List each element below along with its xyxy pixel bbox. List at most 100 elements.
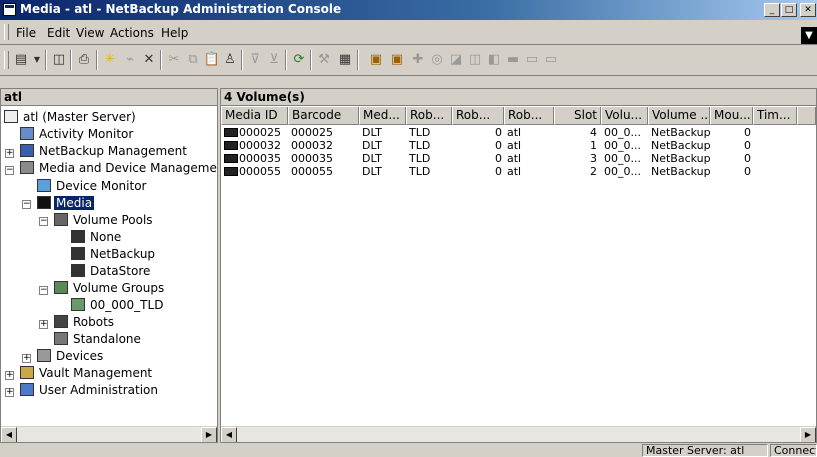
- cell-slot: 4: [590, 126, 597, 139]
- menu-edit[interactable]: Edit: [47, 26, 70, 40]
- tape-volume-icon: [224, 141, 238, 150]
- pool-icon: [71, 247, 85, 260]
- scroll-left-arrow-icon[interactable]: ◀: [1, 427, 17, 442]
- label-icon[interactable]: ◎: [428, 51, 446, 69]
- cut-icon[interactable]: ✂: [165, 51, 183, 69]
- column-header-barcode[interactable]: Barcode: [288, 107, 359, 125]
- tree-node-volume-pools[interactable]: Volume Pools: [54, 212, 155, 229]
- table-row[interactable]: 000055 000055 DLT TLD 0 atl 2 00_0... NetBackup 0: [221, 165, 816, 178]
- print-icon[interactable]: ⎙: [75, 51, 93, 69]
- show-tree-icon[interactable]: ◫: [50, 51, 68, 69]
- details-horizontal-scrollbar[interactable]: ◀ ▶: [221, 426, 816, 442]
- drive-up-icon[interactable]: ▭: [523, 51, 541, 69]
- paste-icon[interactable]: 📋: [203, 51, 221, 69]
- cell-media-id: 000035: [239, 152, 281, 165]
- erase-icon[interactable]: ◪: [447, 51, 465, 69]
- tree-node-activity-monitor[interactable]: Activity Monitor: [20, 126, 135, 143]
- server-select-icon[interactable]: ▦: [336, 51, 354, 69]
- cell-slot: 1: [590, 139, 597, 152]
- tree-node-netbackup-management[interactable]: NetBackup Management: [20, 143, 189, 160]
- column-header-slot[interactable]: Slot: [554, 107, 601, 125]
- column-header-robot-host[interactable]: Rob...: [504, 107, 554, 125]
- tree-node-pool-none[interactable]: None: [71, 229, 123, 246]
- tree-node-standalone[interactable]: Standalone: [54, 331, 143, 348]
- move-icon[interactable]: ✚: [409, 51, 427, 69]
- tree-node-master-server[interactable]: atl (Master Server): [4, 109, 138, 126]
- find-icon[interactable]: ♙: [221, 51, 239, 69]
- refresh-icon[interactable]: ⟳: [290, 51, 308, 69]
- menu-file[interactable]: File: [16, 26, 36, 40]
- minimize-button[interactable]: _: [764, 3, 780, 17]
- table-row[interactable]: 000032 000032 DLT TLD 0 atl 1 00_0... NetBackup 0: [221, 139, 816, 152]
- freeze-icon[interactable]: ◧: [485, 51, 503, 69]
- dropdown-arrow-icon[interactable]: ▼: [28, 51, 46, 69]
- cell-robot-type: TLD: [409, 152, 431, 165]
- tree-node-vault-management[interactable]: Vault Management: [20, 365, 154, 382]
- cell-volume-group: 00_0...: [604, 165, 641, 178]
- collapse-media-device-management[interactable]: −: [5, 166, 14, 175]
- tree-node-device-monitor[interactable]: Device Monitor: [37, 178, 148, 195]
- collapse-volume-groups[interactable]: −: [39, 286, 48, 295]
- menu-help[interactable]: Help: [161, 26, 188, 40]
- expand-robots[interactable]: +: [39, 320, 48, 329]
- cell-media-type: DLT: [362, 139, 382, 152]
- drive-icon[interactable]: ▬: [504, 51, 522, 69]
- clear-filter-icon[interactable]: ⊻: [265, 51, 283, 69]
- tree-node-media[interactable]: Media: [37, 195, 95, 212]
- eject-icon[interactable]: ▣: [388, 51, 406, 69]
- close-button[interactable]: ✕: [800, 3, 816, 17]
- inventory-robot-icon[interactable]: ▣: [367, 51, 385, 69]
- tree-node-pool-netbackup[interactable]: NetBackup: [71, 246, 157, 263]
- table-row[interactable]: 000035 000035 DLT TLD 0 atl 3 00_0... NetBackup 0: [221, 152, 816, 165]
- filter-toolbar-icon[interactable]: ⊽: [246, 51, 264, 69]
- tree-node-volume-groups[interactable]: Volume Groups: [54, 280, 166, 297]
- new-icon[interactable]: ✳: [101, 51, 119, 69]
- tree-node-user-administration[interactable]: User Administration: [20, 382, 160, 399]
- filter-icon[interactable]: ▼: [801, 27, 817, 44]
- expand-user-administration[interactable]: +: [5, 388, 14, 397]
- cell-robot-type: TLD: [409, 165, 431, 178]
- cell-barcode: 000025: [291, 126, 333, 139]
- column-header-robot-number[interactable]: Rob...: [452, 107, 504, 125]
- scroll-left-arrow-icon[interactable]: ◀: [221, 427, 237, 442]
- toolbar: ▤ ▼ ◫ ⎙ ✳ ⌁ ✕ ✂ ⧉ 📋 ♙ ⊽ ⊻ ⟳ ⚒ ▦ ▣ ▣ ✚ ◎ …: [0, 45, 817, 76]
- tree-node-pool-datastore[interactable]: DataStore: [71, 263, 152, 280]
- column-header-media-id[interactable]: Media ID: [221, 107, 288, 125]
- connect-icon[interactable]: ⚒: [315, 51, 333, 69]
- maximize-button[interactable]: □: [781, 3, 797, 17]
- tree-node-robots[interactable]: Robots: [54, 314, 116, 331]
- expand-devices[interactable]: +: [22, 354, 31, 363]
- rescan-icon[interactable]: ◫: [466, 51, 484, 69]
- tree-node-devices[interactable]: Devices: [37, 348, 105, 365]
- cell-robot-host: atl: [507, 165, 522, 178]
- toolbar-separator: [357, 50, 359, 70]
- column-header-volume-pool[interactable]: Volume ...: [648, 107, 710, 125]
- table-row[interactable]: 000025 000025 DLT TLD 0 atl 4 00_0... NetBackup 0: [221, 126, 816, 139]
- tree-horizontal-scrollbar[interactable]: ◀ ▶: [1, 426, 217, 442]
- column-header-mounts[interactable]: Mou...: [710, 107, 753, 125]
- menu-view[interactable]: View: [76, 26, 104, 40]
- drive-down-icon[interactable]: ▭: [542, 51, 560, 69]
- column-header-time-assigned[interactable]: Tim...: [753, 107, 797, 125]
- copy-icon[interactable]: ⧉: [184, 51, 202, 69]
- status-bar: Master Server: atl Connected: [0, 443, 817, 457]
- cell-robot-type: TLD: [409, 126, 431, 139]
- scroll-right-arrow-icon[interactable]: ▶: [800, 427, 816, 442]
- toolbar-separator: [241, 50, 243, 70]
- expand-netbackup-management[interactable]: +: [5, 149, 14, 158]
- app-icon[interactable]: [3, 3, 16, 16]
- column-header-volume-group[interactable]: Volu...: [601, 107, 648, 125]
- column-header-media-type[interactable]: Med...: [359, 107, 406, 125]
- delete-icon[interactable]: ✕: [140, 51, 158, 69]
- collapse-volume-pools[interactable]: −: [39, 217, 48, 226]
- tree-node-volume-group-tld[interactable]: 00_000_TLD: [71, 297, 165, 314]
- scroll-right-arrow-icon[interactable]: ▶: [201, 427, 217, 442]
- expand-vault-management[interactable]: +: [5, 371, 14, 380]
- menu-actions[interactable]: Actions: [110, 26, 154, 40]
- cell-volume-pool: NetBackup: [651, 139, 711, 152]
- cell-robot-number: 0: [495, 139, 502, 152]
- tree-node-media-device-management[interactable]: Media and Device Management: [20, 160, 217, 177]
- column-header-robot-type[interactable]: Rob...: [406, 107, 452, 125]
- change-icon[interactable]: ⌁: [121, 51, 139, 69]
- collapse-media[interactable]: −: [22, 200, 31, 209]
